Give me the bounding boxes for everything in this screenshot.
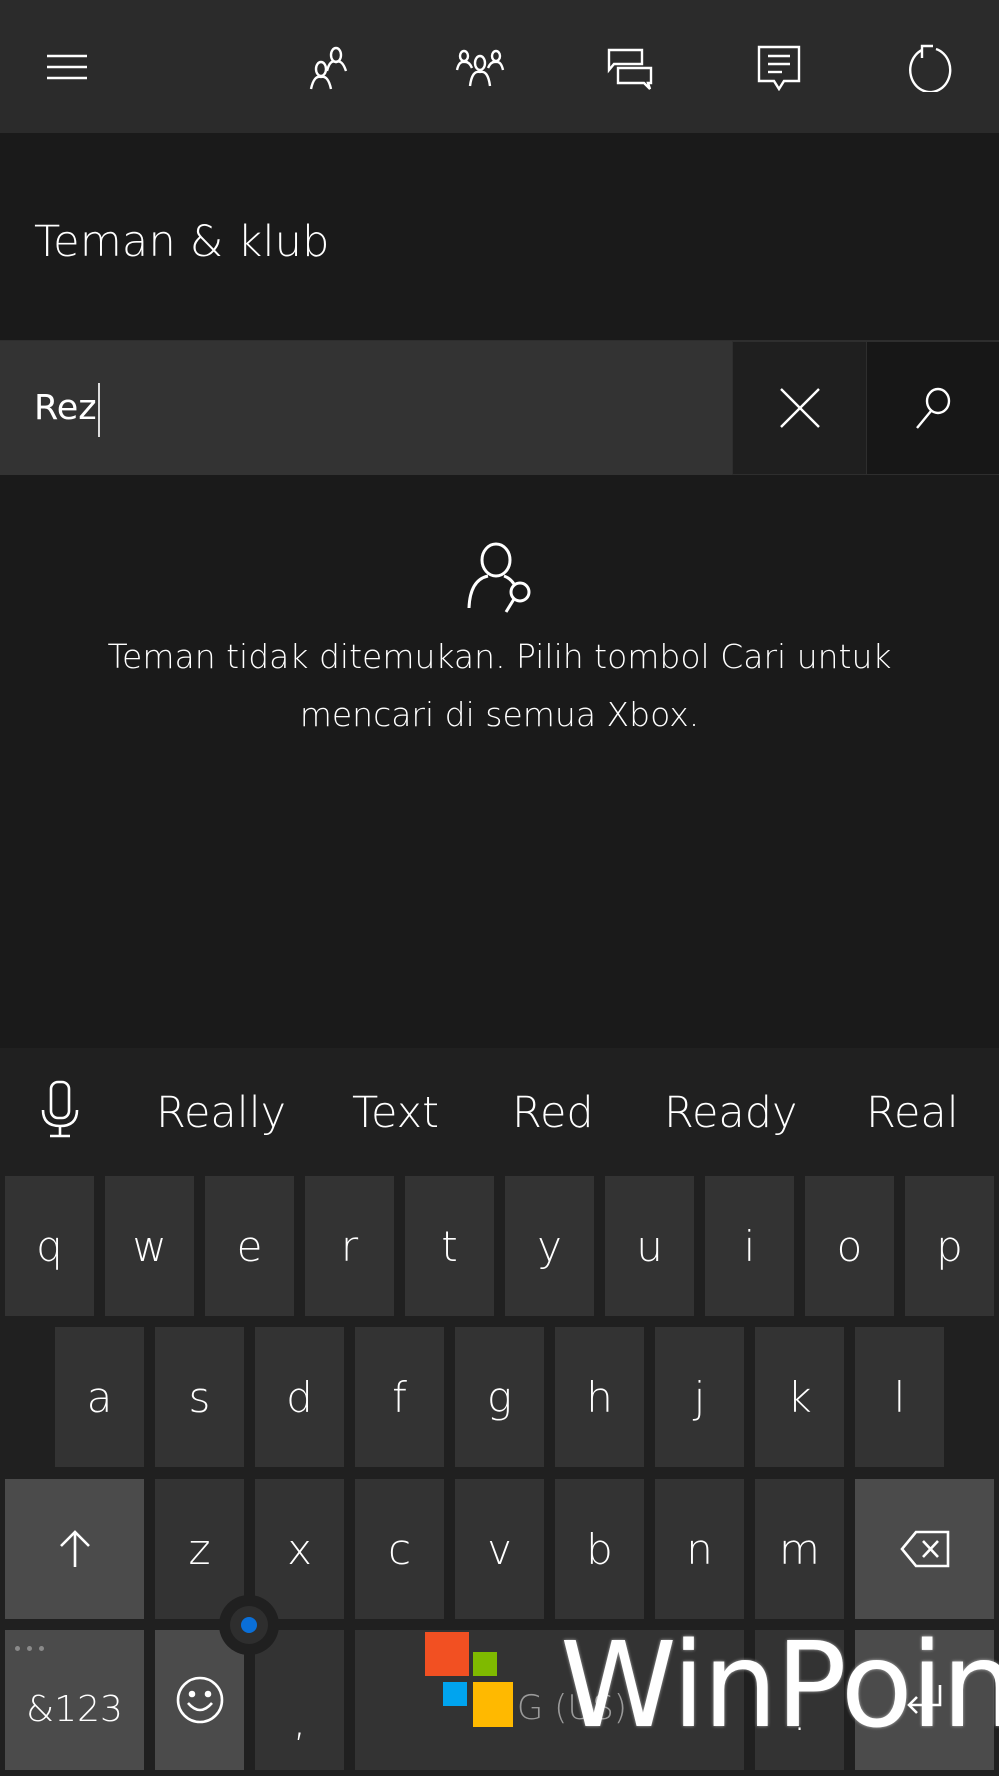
comma-key[interactable]: , bbox=[255, 1630, 344, 1770]
logo-square-red bbox=[425, 1632, 469, 1676]
key-k[interactable]: k bbox=[755, 1327, 844, 1467]
key-h[interactable]: h bbox=[555, 1327, 644, 1467]
backspace-icon bbox=[899, 1530, 949, 1568]
emoji-icon bbox=[176, 1676, 223, 1724]
clubs-button[interactable] bbox=[448, 36, 512, 100]
clear-search-button[interactable] bbox=[733, 342, 866, 474]
key-u[interactable]: u bbox=[605, 1176, 694, 1316]
text-caret bbox=[98, 383, 100, 437]
key-f[interactable]: f bbox=[355, 1327, 444, 1467]
suggestion-bar bbox=[0, 1048, 999, 1170]
emoji-key[interactable] bbox=[155, 1630, 244, 1770]
key-e[interactable]: e bbox=[205, 1176, 294, 1316]
key-n[interactable]: n bbox=[655, 1479, 744, 1619]
messages-icon bbox=[607, 48, 653, 90]
cursor-handle-dot bbox=[241, 1617, 257, 1633]
key-c[interactable]: c bbox=[355, 1479, 444, 1619]
microphone-icon bbox=[41, 1080, 79, 1138]
key-i[interactable]: i bbox=[705, 1176, 794, 1316]
search-input[interactable] bbox=[0, 341, 732, 475]
key-t[interactable]: t bbox=[405, 1176, 494, 1316]
logo-square-yellow bbox=[473, 1682, 513, 1727]
page-title: Teman & klub bbox=[34, 217, 330, 267]
key-v[interactable]: v bbox=[455, 1479, 544, 1619]
key-y[interactable]: y bbox=[505, 1176, 594, 1316]
suggestion-item[interactable]: Ready bbox=[664, 1083, 798, 1143]
top-app-bar bbox=[0, 0, 999, 133]
person-search-icon bbox=[466, 540, 536, 615]
key-g[interactable]: g bbox=[455, 1327, 544, 1467]
key-o[interactable]: o bbox=[805, 1176, 894, 1316]
key-b[interactable]: b bbox=[555, 1479, 644, 1619]
more-options-dots bbox=[15, 1646, 44, 1651]
close-icon bbox=[779, 388, 820, 428]
key-r[interactable]: r bbox=[305, 1176, 394, 1316]
refresh-button[interactable] bbox=[898, 36, 962, 100]
suggestion-item[interactable]: Text bbox=[352, 1083, 439, 1143]
key-z[interactable]: z bbox=[155, 1479, 244, 1619]
shift-arrow-icon bbox=[59, 1530, 90, 1567]
key-w[interactable]: w bbox=[105, 1176, 194, 1316]
key-d[interactable]: d bbox=[255, 1327, 344, 1467]
menu-button[interactable] bbox=[35, 36, 99, 100]
suggestion-item[interactable]: Really bbox=[156, 1083, 286, 1143]
friends-button[interactable] bbox=[298, 36, 362, 100]
shift-key[interactable] bbox=[5, 1479, 144, 1619]
key-j[interactable]: j bbox=[655, 1327, 744, 1467]
feed-icon bbox=[757, 45, 801, 91]
messages-button[interactable] bbox=[598, 36, 662, 100]
friends-icon bbox=[309, 46, 348, 90]
dictation-button[interactable] bbox=[30, 1078, 90, 1142]
clubs-icon bbox=[455, 49, 505, 87]
backspace-key[interactable] bbox=[855, 1479, 994, 1619]
key-s[interactable]: s bbox=[155, 1327, 244, 1467]
winpoin-watermark: WinPoin bbox=[425, 1620, 999, 1750]
logo-square-green bbox=[473, 1652, 497, 1676]
watermark-text: WinPoin bbox=[560, 1616, 999, 1754]
search-button[interactable] bbox=[867, 342, 999, 474]
key-q[interactable]: q bbox=[5, 1176, 94, 1316]
text-cursor-handle[interactable] bbox=[219, 1595, 279, 1655]
logo-square-blue bbox=[443, 1682, 467, 1706]
key-l[interactable]: l bbox=[855, 1327, 944, 1467]
search-icon bbox=[916, 387, 951, 429]
refresh-icon bbox=[909, 44, 952, 92]
no-results-message: Teman tidak ditemukan. Pilih tombol Cari… bbox=[0, 628, 999, 744]
suggestion-item[interactable]: Real bbox=[866, 1083, 959, 1143]
key-x[interactable]: x bbox=[255, 1479, 344, 1619]
suggestion-item[interactable]: Red bbox=[512, 1083, 594, 1143]
hamburger-icon bbox=[47, 54, 87, 80]
no-results-text: Teman tidak ditemukan. Pilih tombol Cari… bbox=[107, 637, 892, 734]
symbols-key[interactable]: &123 bbox=[5, 1630, 144, 1770]
activity-feed-button[interactable] bbox=[747, 36, 811, 100]
key-a[interactable]: a bbox=[55, 1327, 144, 1467]
key-m[interactable]: m bbox=[755, 1479, 844, 1619]
key-p[interactable]: p bbox=[905, 1176, 994, 1316]
